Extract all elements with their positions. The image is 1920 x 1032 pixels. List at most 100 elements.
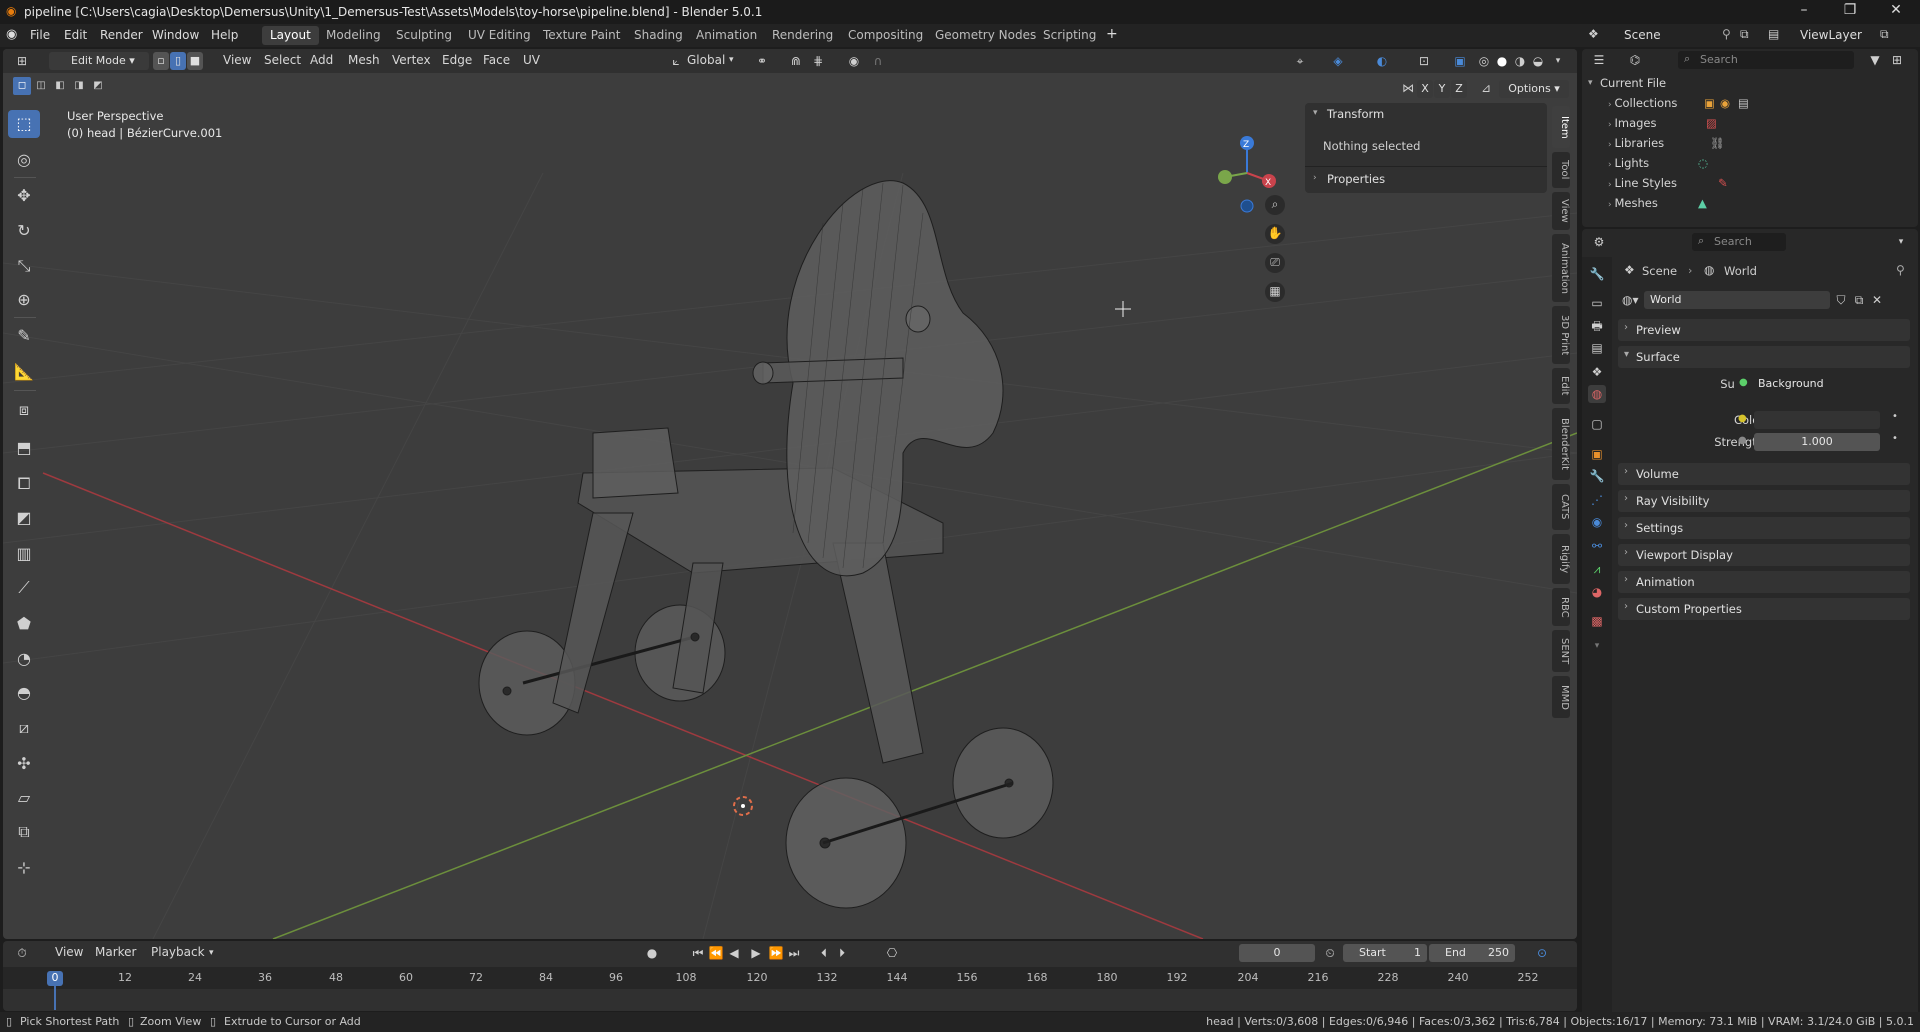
blender-menu-icon[interactable]: ◉ — [6, 27, 17, 42]
properties-chevron-icon[interactable]: › — [1313, 173, 1317, 183]
viewport-menu-face[interactable]: Face — [483, 53, 510, 67]
output-tab-icon[interactable]: 🖶 — [1588, 317, 1606, 335]
keying-set-icon[interactable]: ⎔ — [883, 944, 901, 962]
add-workspace-icon[interactable]: + — [1106, 26, 1118, 42]
panel-preview[interactable]: › Preview — [1618, 319, 1910, 341]
surface-shader-field[interactable]: Background — [1734, 375, 1880, 393]
maximize-button[interactable]: ❐ — [1830, 2, 1870, 18]
cursor-tool-icon[interactable]: ◎ — [8, 146, 40, 174]
shear-tool-icon[interactable]: ▱ — [8, 784, 40, 812]
sidebar-tab-blenderkit[interactable]: BlenderKit — [1552, 408, 1570, 480]
panel-volume[interactable]: › Volume — [1618, 463, 1910, 485]
outliner-item-line-styles[interactable]: › Line Styles ✎ — [1608, 176, 1728, 194]
properties-editor-icon[interactable]: ⚙ — [1590, 233, 1608, 251]
viewport-menu-vertex[interactable]: Vertex — [392, 53, 431, 67]
knife-tool-icon[interactable]: ⟋ — [8, 574, 40, 602]
jump-end-icon[interactable]: ⏭ — [785, 944, 803, 962]
modifier-tab-icon[interactable]: 🔧 — [1588, 467, 1606, 485]
jump-keyframe-back-icon[interactable]: ⏪ — [707, 944, 725, 962]
current-file-chevron-icon[interactable]: ▾ — [1588, 78, 1593, 88]
menu-edit[interactable]: Edit — [64, 28, 87, 42]
outliner-item-images[interactable]: › Images ▨ — [1608, 116, 1717, 134]
menu-window[interactable]: Window — [152, 28, 199, 42]
workspace-tab-geometry-nodes[interactable]: Geometry Nodes — [927, 26, 1044, 45]
prev-frame-icon[interactable]: ⏴ — [815, 944, 833, 962]
fake-user-icon[interactable]: ⛉ — [1832, 291, 1850, 309]
display-mode-icon[interactable]: ⌬ — [1626, 51, 1644, 69]
panel-ray-visibility[interactable]: › Ray Visibility — [1618, 490, 1910, 512]
new-collection-icon[interactable]: ⊞ — [1888, 51, 1906, 69]
view-layer-name[interactable]: ViewLayer — [1800, 28, 1862, 42]
transform-orientation-dropdown[interactable]: Global — [687, 53, 725, 67]
spin-tool-icon[interactable]: ◔ — [8, 645, 40, 673]
strength-field[interactable]: 1.000 — [1754, 433, 1880, 451]
viewport-menu-select[interactable]: Select — [264, 53, 301, 67]
workspace-tab-sculpting[interactable]: Sculpting — [388, 26, 460, 45]
jump-keyframe-forward-icon[interactable]: ⏩ — [767, 944, 785, 962]
constraints-tab-icon[interactable]: ⚯ — [1588, 537, 1606, 555]
timeline-menu-marker[interactable]: Marker — [95, 945, 136, 959]
timeline-editor-icon[interactable]: ⏱ — [13, 944, 31, 962]
visibility-icon[interactable]: ⌖ — [1291, 52, 1309, 70]
material-shading-icon[interactable]: ◑ — [1511, 52, 1529, 70]
rip-region-tool-icon[interactable]: ⧉ — [8, 818, 40, 846]
menu-file[interactable]: File — [30, 28, 50, 42]
sidebar-tab-animation[interactable]: Animation — [1552, 234, 1570, 302]
add-cube-tool-icon[interactable]: ⧈ — [8, 396, 40, 424]
smooth-tool-icon[interactable]: ◓ — [8, 679, 40, 707]
minimize-button[interactable]: – — [1784, 2, 1824, 18]
material-tab-icon[interactable]: ◕ — [1588, 583, 1606, 601]
transform-panel-title[interactable]: Transform — [1327, 107, 1384, 121]
workspace-tab-modeling[interactable]: Modeling — [318, 26, 389, 45]
close-button[interactable]: ✕ — [1876, 2, 1916, 18]
gizmo-toggle-icon[interactable]: ◈ — [1329, 52, 1347, 70]
pan-hand-icon[interactable]: ✋ — [1265, 224, 1285, 244]
mode-selector[interactable]: Edit Mode ▾ — [49, 52, 149, 70]
unlink-world-icon[interactable]: ✕ — [1868, 291, 1886, 309]
perspective-toggle-icon[interactable]: ▦ — [1265, 282, 1285, 302]
outliner-editor-icon[interactable]: ☰ — [1590, 51, 1608, 69]
workspace-tab-animation[interactable]: Animation — [688, 26, 765, 45]
sidebar-tab-tool[interactable]: Tool — [1552, 152, 1570, 188]
color-keyframe-icon[interactable]: • — [1892, 411, 1898, 422]
menu-help[interactable]: Help — [211, 28, 238, 42]
rotate-tool-icon[interactable]: ↻ — [8, 217, 40, 245]
play-reverse-icon[interactable]: ◀ — [725, 944, 743, 962]
overlay-toggle-icon[interactable]: ◐ — [1373, 52, 1391, 70]
scene-pin-icon[interactable]: ⚲ — [1722, 27, 1731, 41]
workspace-tab-rendering[interactable]: Rendering — [764, 26, 841, 45]
sidebar-tab-rbc[interactable]: RBC — [1552, 588, 1570, 626]
sidebar-tab-mmd[interactable]: MMD — [1552, 676, 1570, 718]
falloff-icon[interactable]: ∩ — [869, 52, 887, 70]
strength-socket-icon[interactable]: ● — [1738, 435, 1747, 446]
duplicate-world-icon[interactable]: ⧉ — [1850, 291, 1868, 309]
color-socket-icon[interactable]: ● — [1738, 413, 1747, 424]
new-view-layer-icon[interactable]: ⧉ — [1880, 27, 1889, 42]
timeline-ruler[interactable]: 0 12 24 36 48 60 72 84 96 108 120 132 14… — [3, 967, 1577, 1010]
viewport-menu-add[interactable]: Add — [310, 53, 333, 67]
zoom-icon[interactable]: ⌕ — [1265, 195, 1285, 215]
outliner-item-collections[interactable]: › Collections ▣ ◉ ▤ — [1608, 96, 1749, 114]
world-tab-icon[interactable]: ◍ — [1588, 385, 1606, 403]
data-tab-icon[interactable]: ⩘ — [1588, 560, 1606, 578]
view-layer-tab-icon[interactable]: ▤ — [1588, 339, 1606, 357]
poly-build-tool-icon[interactable]: ⬟ — [8, 610, 40, 638]
sidebar-tab-item[interactable]: Item — [1552, 106, 1570, 148]
tool-tab-icon[interactable]: 🔧 — [1588, 265, 1606, 283]
transform-chevron-icon[interactable]: ▾ — [1313, 108, 1318, 118]
panel-surface[interactable]: ▾ Surface — [1618, 346, 1910, 368]
end-frame-field[interactable]: End 250 — [1429, 944, 1515, 962]
outliner-search-input[interactable]: Search — [1678, 51, 1854, 69]
transform-tool-icon[interactable]: ⊕ — [8, 286, 40, 314]
collection-tab-icon[interactable]: ▢ — [1588, 415, 1606, 433]
solid-shading-icon[interactable]: ● — [1493, 52, 1511, 70]
rendered-shading-icon[interactable]: ◒ — [1529, 52, 1547, 70]
snap-icon[interactable]: ⋒ — [787, 52, 805, 70]
sidebar-tab-3d-print[interactable]: 3D Print — [1552, 306, 1570, 364]
outliner-item-libraries[interactable]: › Libraries ⛓ — [1608, 136, 1725, 154]
object-tab-icon[interactable]: ▣ — [1588, 445, 1606, 463]
color-swatch[interactable] — [1754, 411, 1880, 429]
wireframe-shading-icon[interactable]: ◎ — [1475, 52, 1493, 70]
jump-start-icon[interactable]: ⏮ — [689, 944, 707, 962]
loop-cut-tool-icon[interactable]: ▥ — [8, 540, 40, 568]
